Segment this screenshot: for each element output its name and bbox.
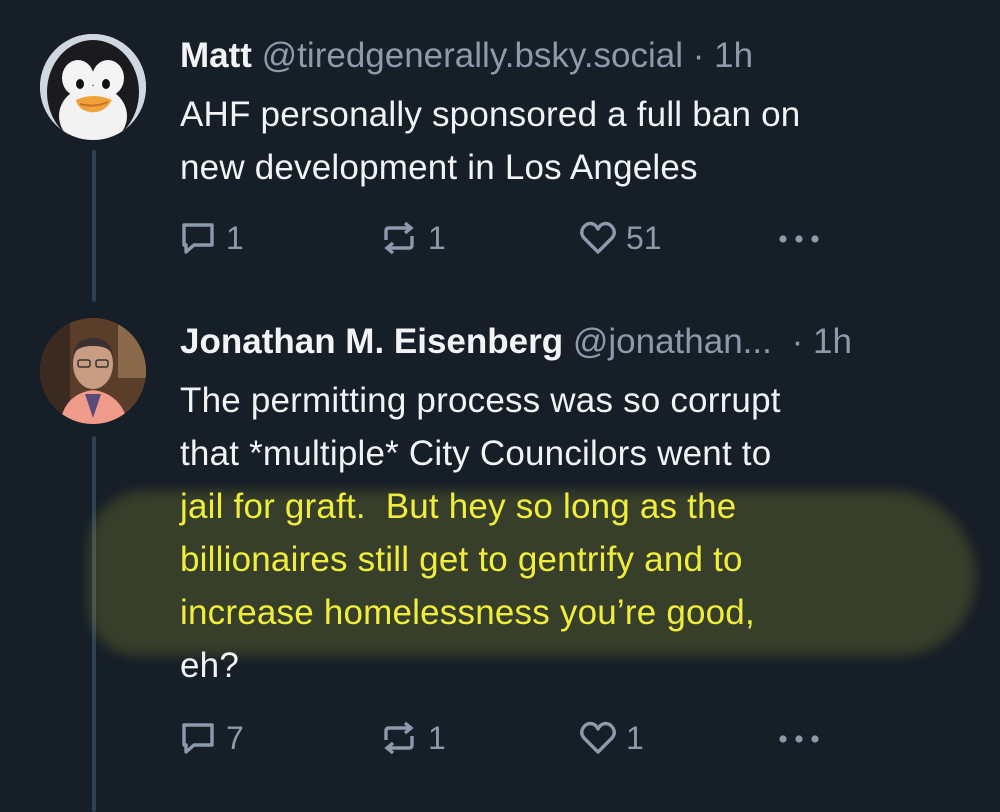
highlighted-text-line: jail for graft. But hey so long as the [180,487,737,526]
heart-icon [580,721,616,754]
text-line: new development in Los Angeles [180,148,698,187]
post-header: Jonathan M. Eisenberg @jonathan... · 1h [180,320,852,364]
text-line: that *multiple* City Councilors went to [180,434,772,473]
reply-button[interactable]: 1 [178,216,244,260]
separator: · [791,322,804,361]
like-button[interactable]: 1 [578,716,644,760]
avatar[interactable] [40,318,146,424]
text-line: eh? [180,646,239,685]
repost-count: 1 [428,219,446,256]
post-time[interactable]: 1h [813,322,852,361]
like-count: 51 [626,219,662,256]
person-avatar-icon [40,318,146,424]
repost-button[interactable]: 1 [378,716,446,760]
heart-icon [580,221,616,254]
more-options-button[interactable] [776,216,822,260]
post-text: The permitting process was so corrupt th… [180,374,781,692]
author-name[interactable]: Jonathan M. Eisenberg [180,322,563,361]
author-handle[interactable]: @jonathan... [573,322,772,361]
reply-count: 1 [226,219,244,256]
like-count: 1 [626,719,644,756]
repost-arrows-icon [384,221,414,255]
post-actions: 7 1 1 [178,716,938,760]
post-actions: 1 1 51 [178,216,938,260]
highlighted-text-line: increase homelessness you’re good, [180,593,755,632]
text-line: AHF personally sponsored a full ban on [180,95,801,134]
author-name[interactable]: Matt [180,36,252,75]
avatar[interactable] [40,34,146,140]
penguin-avatar-icon [40,34,146,140]
text-line: The permitting process was so corrupt [180,381,781,420]
author-handle[interactable]: @tiredgenerally.bsky.social [262,36,683,75]
separator: · [692,36,705,75]
like-button[interactable]: 51 [578,216,662,260]
thread-line-top [92,150,96,302]
ellipsis-icon [779,235,819,243]
reply-button[interactable]: 7 [178,716,244,760]
highlighted-text-line: billionaires still get to gentrify and t… [180,540,743,579]
reply-count: 7 [226,719,244,756]
repost-arrows-icon [384,721,414,755]
more-options-button[interactable] [776,716,822,760]
speech-bubble-icon [182,223,214,254]
repost-button[interactable]: 1 [378,216,446,260]
repost-count: 1 [428,719,446,756]
ellipsis-icon [779,735,819,743]
speech-bubble-icon [182,723,214,754]
post-text: AHF personally sponsored a full ban on n… [180,88,800,194]
post-time[interactable]: 1h [714,36,753,75]
post-header: Matt @tiredgenerally.bsky.social · 1h [180,34,753,78]
